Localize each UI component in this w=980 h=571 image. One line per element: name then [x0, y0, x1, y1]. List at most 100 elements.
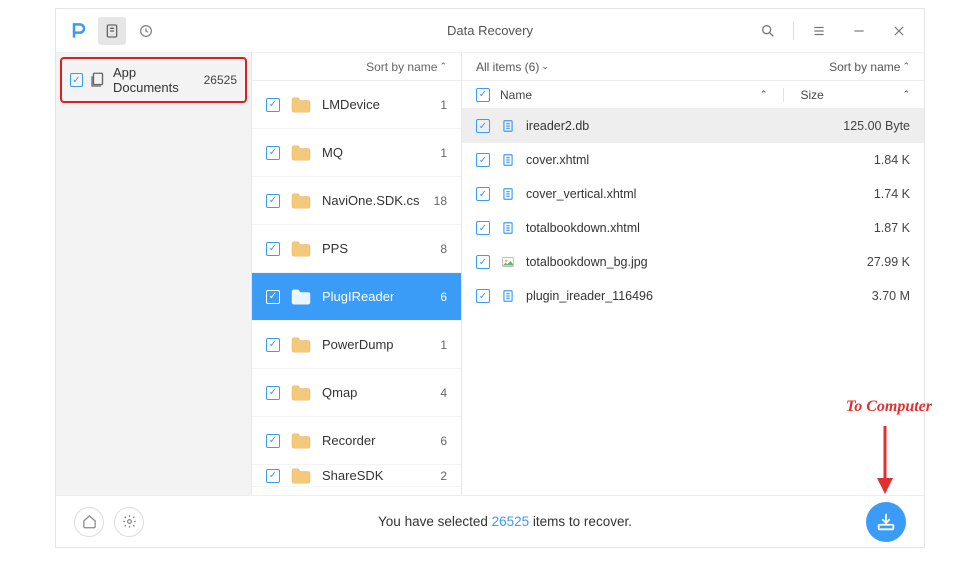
chevron-up-icon: ⌃: [902, 61, 910, 72]
folder-row[interactable]: ✓ PPS 8: [252, 225, 461, 273]
folder-count: 1: [440, 98, 447, 112]
folder-count: 6: [440, 434, 447, 448]
folder-row[interactable]: ✓ PowerDump 1: [252, 321, 461, 369]
app-window: Data Recovery ✓ App Docume: [55, 8, 925, 548]
files-list: ✓ ireader2.db 125.00 Byte ✓ cover.xhtml …: [462, 109, 924, 313]
folder-name: Recorder: [322, 433, 430, 448]
sidebar-item-label: App Documents: [113, 65, 198, 95]
file-row[interactable]: ✓ cover_vertical.xhtml 1.74 K: [462, 177, 924, 211]
folder-row[interactable]: ✓ NaviOne.SDK.cs 18: [252, 177, 461, 225]
chevron-up-icon: ⌃: [439, 61, 447, 72]
file-size: 27.99 K: [820, 255, 910, 269]
files-header-left[interactable]: All items (6): [476, 60, 539, 74]
checkbox-icon[interactable]: ✓: [266, 194, 280, 208]
home-icon[interactable]: [74, 507, 104, 537]
folder-count: 2: [440, 469, 447, 483]
footer-msg-suffix: items to recover.: [529, 514, 632, 529]
sidebar: ✓ App Documents 26525: [56, 53, 252, 495]
file-size: 1.87 K: [820, 221, 910, 235]
file-row[interactable]: ✓ cover.xhtml 1.84 K: [462, 143, 924, 177]
folder-count: 6: [440, 290, 447, 304]
folder-row[interactable]: ✓ LMDevice 1: [252, 81, 461, 129]
checkbox-icon[interactable]: ✓: [266, 386, 280, 400]
folder-name: ShareSDK: [322, 468, 430, 483]
col-name-label[interactable]: Name: [500, 88, 748, 102]
checkbox-icon[interactable]: ✓: [266, 434, 280, 448]
menu-icon[interactable]: [804, 16, 834, 46]
mode-document-icon[interactable]: [98, 17, 126, 45]
file-size: 1.74 K: [820, 187, 910, 201]
folder-row[interactable]: ✓ MQ 1: [252, 129, 461, 177]
checkbox-icon[interactable]: ✓: [266, 290, 280, 304]
folder-row[interactable]: ✓ PlugIReader 6: [252, 273, 461, 321]
document-file-icon: [500, 152, 516, 168]
checkbox-icon[interactable]: ✓: [476, 289, 490, 303]
checkbox-icon[interactable]: ✓: [476, 221, 490, 235]
folders-column: Sort by name ⌃ ✓ LMDevice 1 ✓ MQ 1 ✓ Nav…: [252, 53, 462, 495]
titlebar-right: [753, 16, 914, 46]
folder-icon: [290, 288, 312, 306]
folders-sort-header[interactable]: Sort by name ⌃: [252, 53, 461, 81]
window-title: Data Recovery: [447, 23, 533, 38]
checkbox-icon[interactable]: ✓: [476, 255, 490, 269]
file-name: cover_vertical.xhtml: [526, 187, 810, 201]
app-logo-icon: [66, 18, 92, 44]
document-stack-icon: [89, 71, 107, 89]
folder-count: 4: [440, 386, 447, 400]
folder-icon: [290, 240, 312, 258]
file-size: 125.00 Byte: [820, 119, 910, 133]
file-name: plugin_ireader_116496: [526, 289, 810, 303]
mode-refresh-icon[interactable]: [132, 17, 160, 45]
folder-row[interactable]: ✓ Qmap 4: [252, 369, 461, 417]
footer-msg-count: 26525: [492, 514, 530, 529]
minimize-icon[interactable]: [844, 16, 874, 46]
file-row[interactable]: ✓ totalbookdown_bg.jpg 27.99 K: [462, 245, 924, 279]
folder-icon: [290, 336, 312, 354]
folder-row[interactable]: ✓ Recorder 6: [252, 417, 461, 465]
files-column: All items (6) ⌄ Sort by name ⌃ ✓ Name ⌃ …: [462, 53, 924, 495]
folders-sort-label: Sort by name: [366, 60, 437, 74]
content-area: ✓ App Documents 26525 Sort by name ⌃ ✓ L…: [56, 53, 924, 495]
files-sort-label[interactable]: Sort by name: [829, 60, 900, 74]
checkbox-icon[interactable]: ✓: [266, 469, 280, 483]
titlebar-left: [66, 17, 160, 45]
document-file-icon: [500, 288, 516, 304]
close-icon[interactable]: [884, 16, 914, 46]
folder-icon: [290, 467, 312, 485]
gear-icon[interactable]: [114, 507, 144, 537]
file-name: cover.xhtml: [526, 153, 810, 167]
checkbox-icon[interactable]: ✓: [70, 73, 83, 87]
separator: [793, 22, 794, 40]
checkbox-all-icon[interactable]: ✓: [476, 88, 490, 102]
file-name: ireader2.db: [526, 119, 810, 133]
file-row[interactable]: ✓ totalbookdown.xhtml 1.87 K: [462, 211, 924, 245]
folder-name: PowerDump: [322, 337, 430, 352]
checkbox-icon[interactable]: ✓: [266, 338, 280, 352]
file-row[interactable]: ✓ ireader2.db 125.00 Byte: [462, 109, 924, 143]
files-column-header: ✓ Name ⌃ Size ⌃: [462, 81, 924, 109]
file-size: 3.70 M: [820, 289, 910, 303]
checkbox-icon[interactable]: ✓: [266, 242, 280, 256]
checkbox-icon[interactable]: ✓: [266, 98, 280, 112]
folder-count: 1: [440, 146, 447, 160]
export-to-computer-button[interactable]: [866, 502, 906, 542]
checkbox-icon[interactable]: ✓: [266, 146, 280, 160]
folder-icon: [290, 384, 312, 402]
folder-name: MQ: [322, 145, 430, 160]
folder-icon: [290, 432, 312, 450]
sidebar-item-app-documents[interactable]: ✓ App Documents 26525: [60, 57, 247, 103]
file-name: totalbookdown_bg.jpg: [526, 255, 810, 269]
footer: You have selected 26525 items to recover…: [56, 495, 924, 547]
search-icon[interactable]: [753, 16, 783, 46]
checkbox-icon[interactable]: ✓: [476, 187, 490, 201]
folder-count: 18: [434, 194, 447, 208]
file-size: 1.84 K: [820, 153, 910, 167]
col-size-label[interactable]: Size: [800, 88, 890, 102]
checkbox-icon[interactable]: ✓: [476, 153, 490, 167]
checkbox-icon[interactable]: ✓: [476, 119, 490, 133]
folder-row[interactable]: ✓ ShareSDK 2: [252, 465, 461, 487]
chevron-down-icon: ⌄: [541, 61, 549, 72]
file-name: totalbookdown.xhtml: [526, 221, 810, 235]
file-row[interactable]: ✓ plugin_ireader_116496 3.70 M: [462, 279, 924, 313]
folder-name: PlugIReader: [322, 289, 430, 304]
